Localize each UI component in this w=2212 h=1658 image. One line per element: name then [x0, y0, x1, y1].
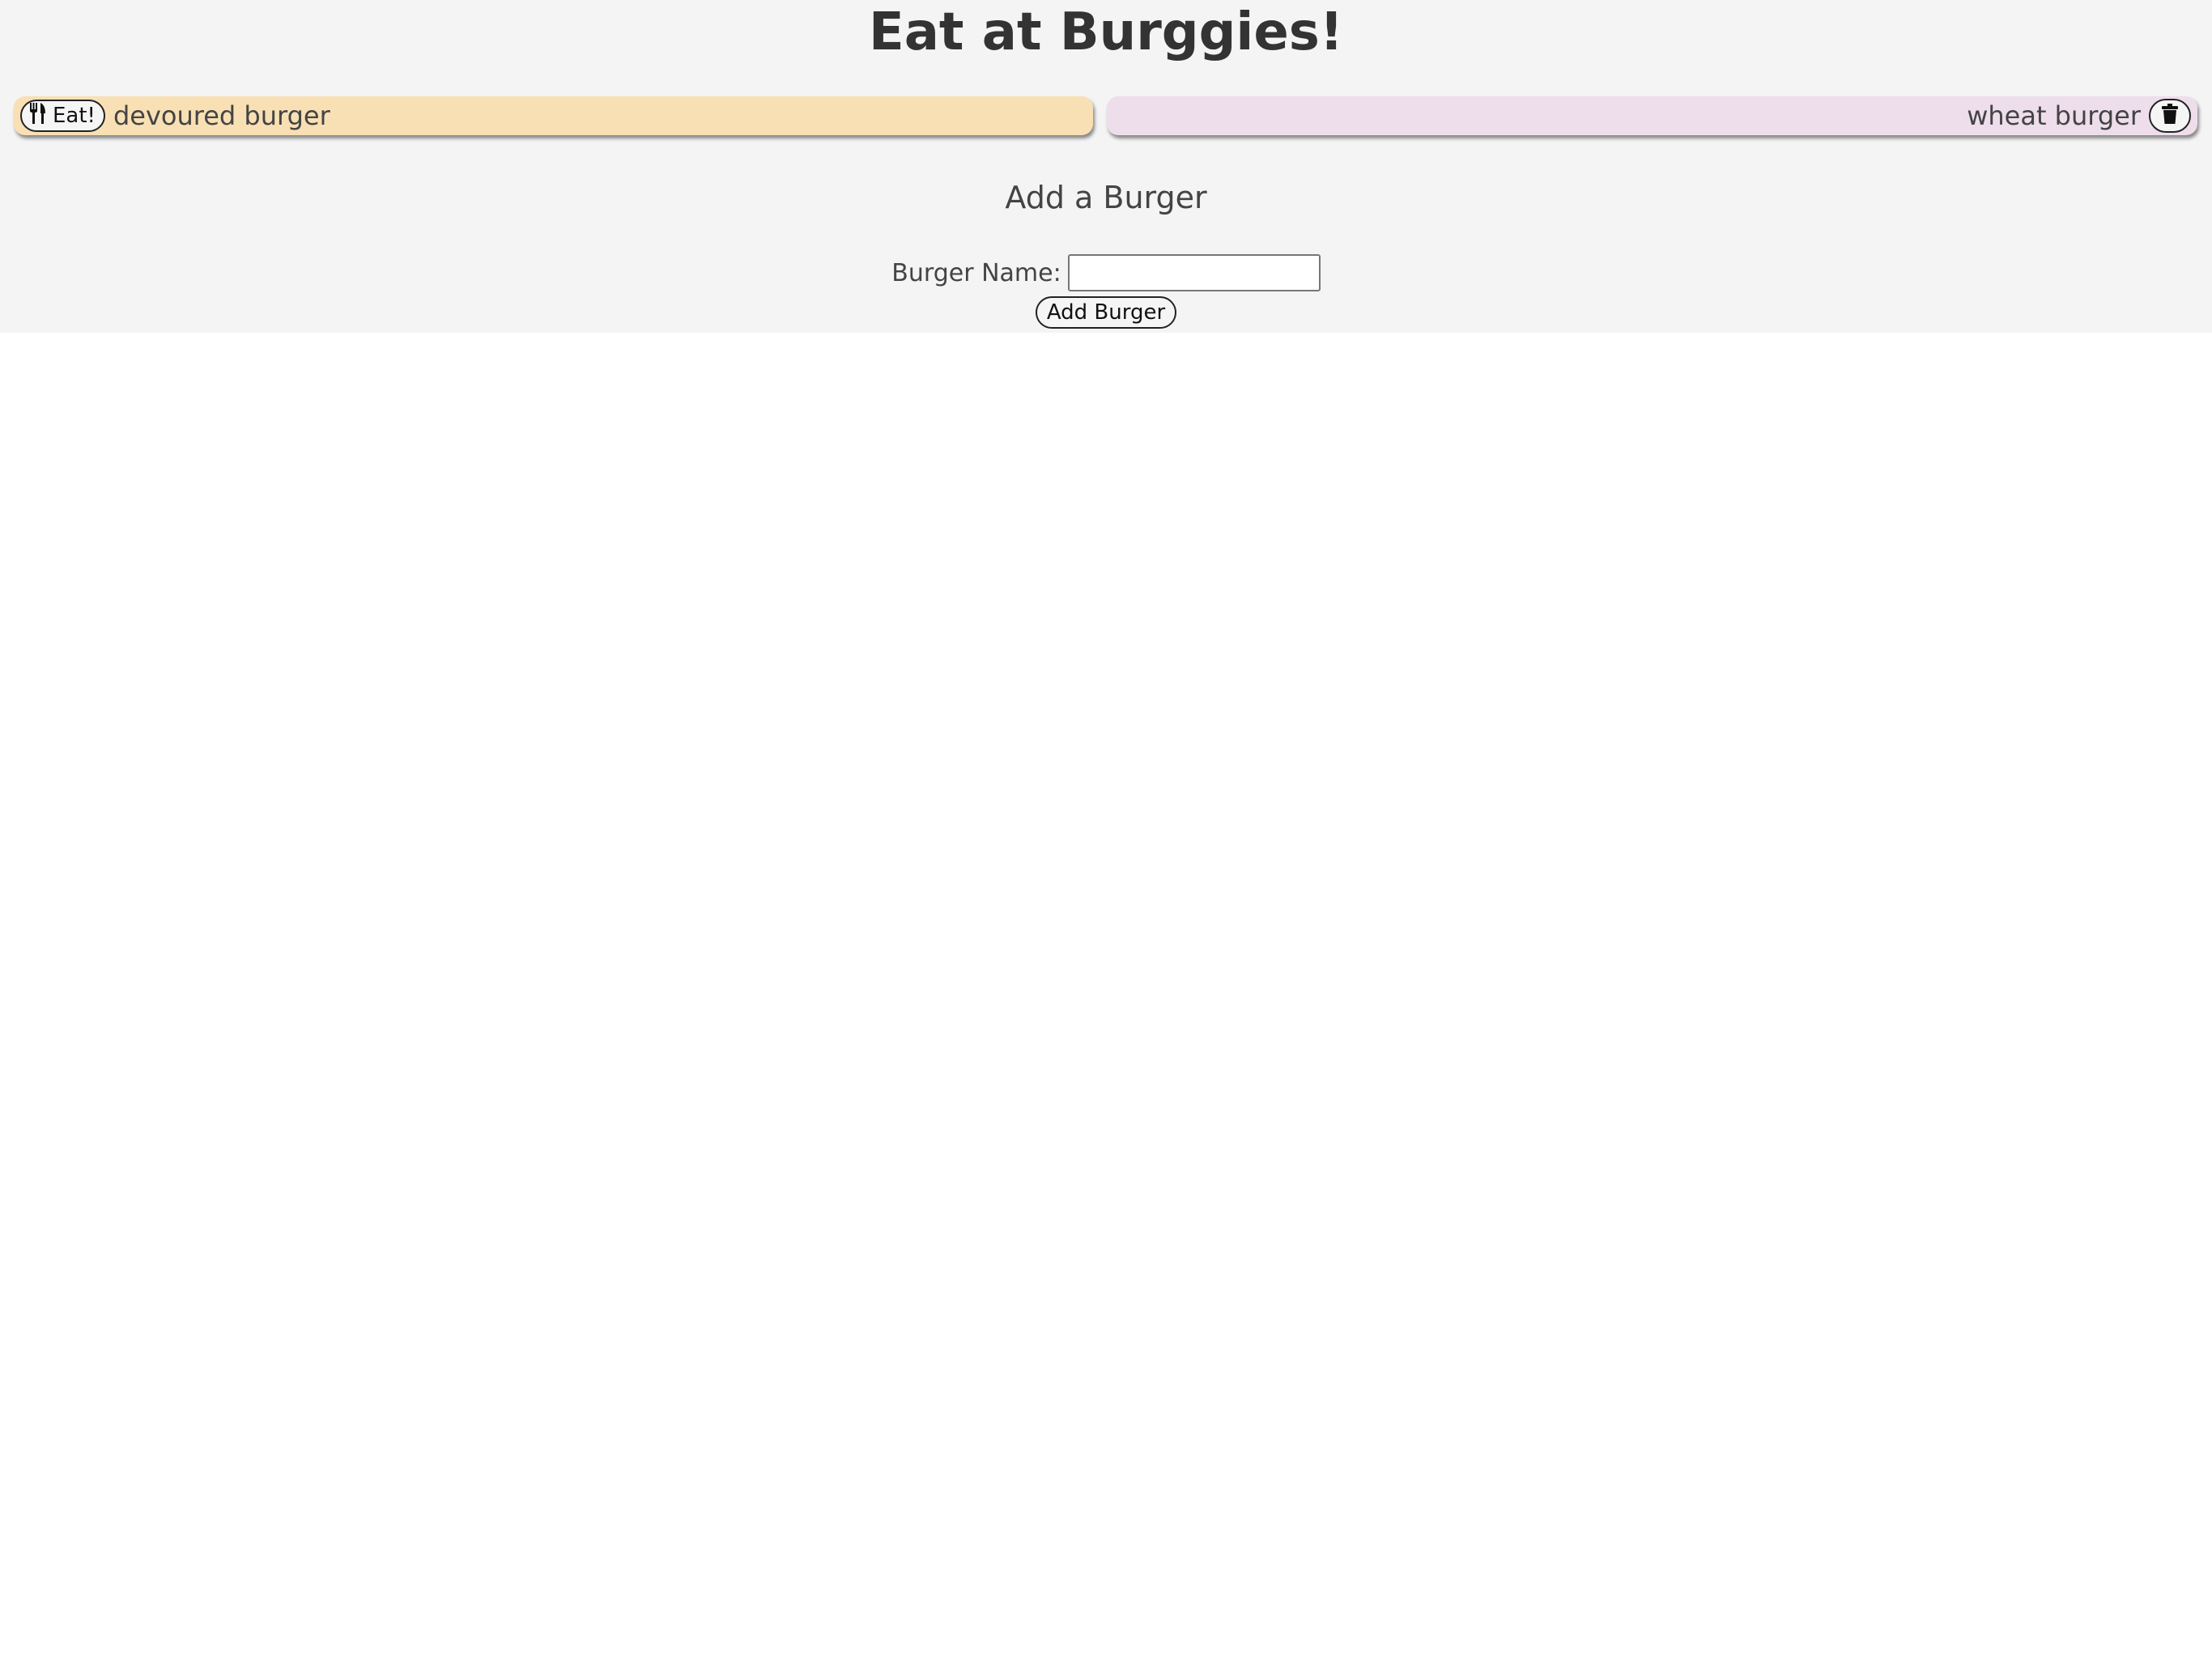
eat-button[interactable]: Eat!	[20, 100, 105, 132]
page-title: Eat at Burggies!	[869, 2, 1343, 62]
add-burger-heading: Add a Burger	[1005, 180, 1207, 215]
add-burger-button[interactable]: Add Burger	[1035, 296, 1177, 329]
devoured-burger-card: wheat burger	[1107, 96, 2197, 135]
burger-name-label: Burger Name:	[891, 258, 1061, 287]
add-button-row: Add Burger	[0, 296, 2212, 329]
burger-name-input[interactable]	[1067, 254, 1321, 291]
eat-button-label: Eat!	[53, 104, 96, 128]
delete-button[interactable]	[2149, 99, 2191, 133]
burger-name: devoured burger	[113, 100, 330, 131]
uneaten-burger-card: Eat! devoured burger	[14, 96, 1093, 135]
burger-lists: Eat! devoured burger wheat burger	[14, 96, 2197, 137]
top-section: Eat at Burggies! Eat! devoured burger wh…	[0, 0, 2212, 333]
trash-icon	[2161, 100, 2179, 131]
burger-name: wheat burger	[1967, 100, 2141, 131]
fork-knife-icon	[28, 102, 53, 130]
add-burger-form: Burger Name:	[0, 254, 2212, 291]
